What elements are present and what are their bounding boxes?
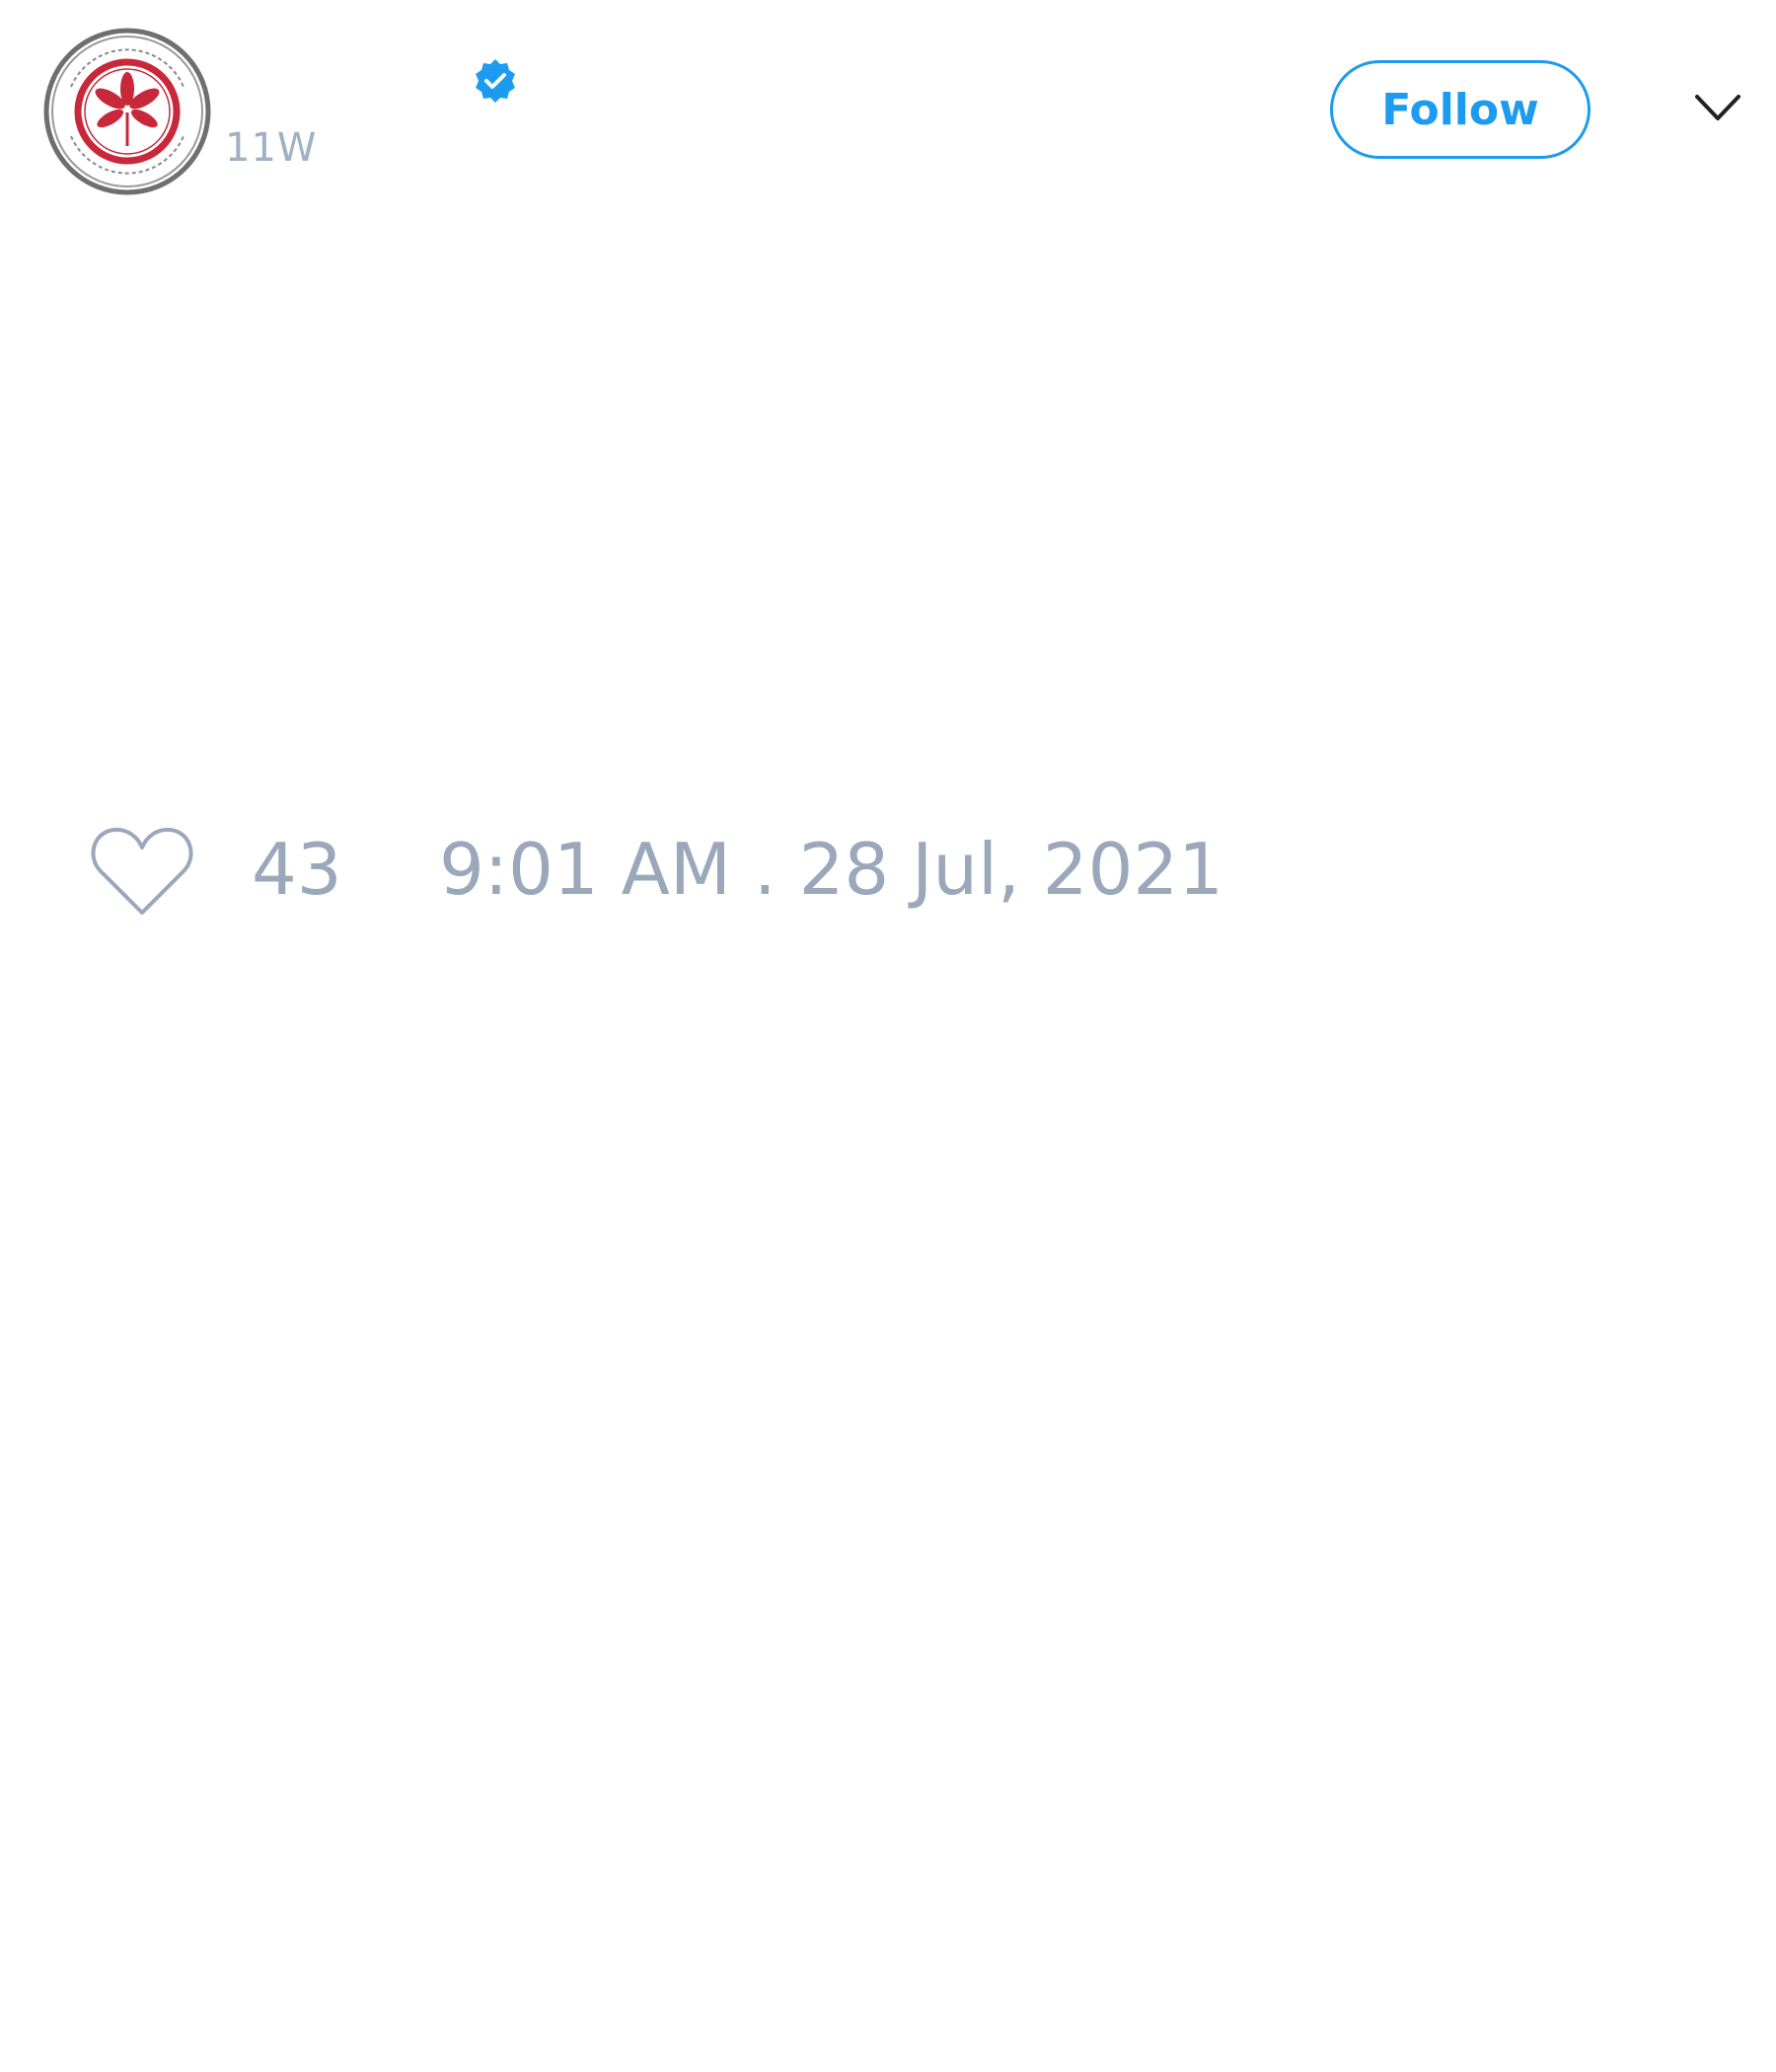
tweet-timestamp[interactable]: 9:01 AM . 28 Jul, 2021 xyxy=(439,834,1223,905)
chevron-down-icon[interactable] xyxy=(1693,91,1742,126)
avatar[interactable] xyxy=(43,28,211,195)
follow-button[interactable]: Follow xyxy=(1330,60,1591,159)
eleven-warriors-seal-icon xyxy=(43,28,211,195)
heart-icon[interactable] xyxy=(89,824,195,919)
author-handle[interactable]: 11W xyxy=(225,128,317,168)
verified-badge-icon xyxy=(472,57,519,105)
like-count: 43 xyxy=(252,828,342,911)
